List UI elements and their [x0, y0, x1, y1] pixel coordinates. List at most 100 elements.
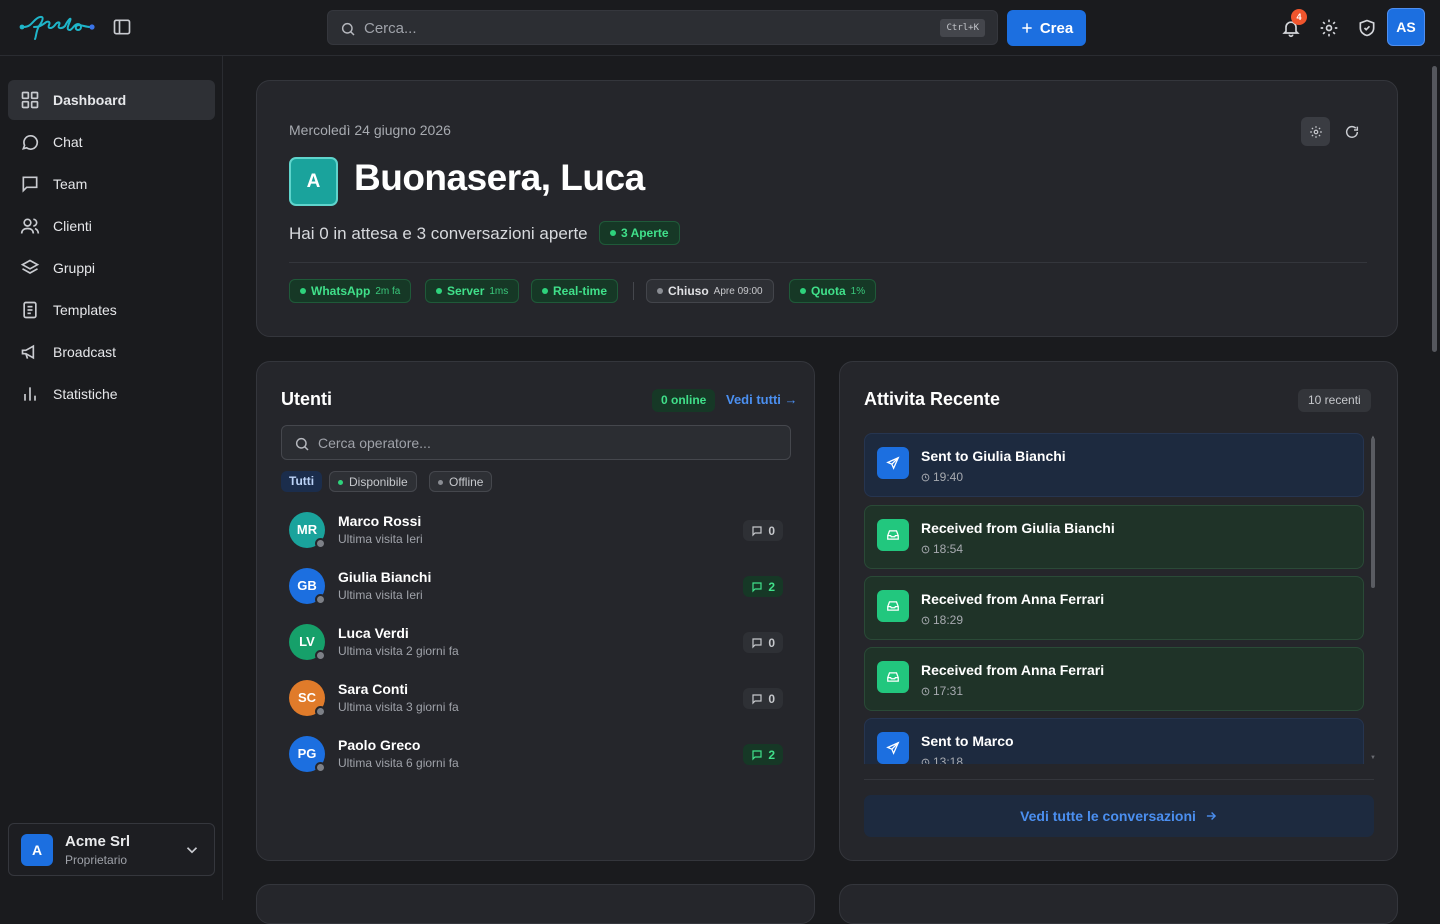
- user-avatar[interactable]: AS: [1387, 8, 1425, 46]
- user-name: Sara Conti: [338, 681, 409, 697]
- user-row[interactable]: MR Marco Rossi Ultima visita Ieri 0: [289, 510, 783, 554]
- user-last-seen: Ultima visita 6 giorni fa: [338, 756, 459, 770]
- feelo-logo[interactable]: feelo: [18, 12, 96, 42]
- send-icon: [877, 447, 909, 479]
- refresh-button[interactable]: [1337, 117, 1366, 146]
- activity-item[interactable]: Received from Anna Ferrari 18:29: [864, 576, 1364, 640]
- sidebar-item-broadcast[interactable]: Broadcast: [8, 332, 215, 372]
- avatar-initials: MR: [296, 522, 318, 537]
- layers-icon: [20, 259, 40, 274]
- inbox-icon: [877, 661, 909, 693]
- status-label: WhatsApp: [311, 284, 371, 298]
- activity-title: Sent to Marco: [921, 733, 1014, 749]
- refresh-icon: [1345, 125, 1358, 138]
- message-square-icon: [22, 176, 38, 193]
- status-chip-hours[interactable]: Chiuso Apre 09:00: [646, 279, 774, 303]
- sidebar-item-clienti[interactable]: Clienti: [8, 206, 215, 246]
- filter-tab-available[interactable]: Disponibile: [329, 471, 417, 492]
- clock-icon: [921, 616, 930, 624]
- shield-icon[interactable]: [1357, 18, 1377, 38]
- activity-time: 13:18: [921, 755, 963, 764]
- status-chip-server[interactable]: Server 1ms: [425, 279, 520, 303]
- global-search-input[interactable]: Cerca... Ctrl+K: [327, 10, 998, 45]
- chevron-down-icon: [186, 847, 198, 854]
- count-value: 2: [768, 579, 775, 594]
- view-all-users-link[interactable]: Vedi tutti →: [726, 392, 798, 407]
- conversation-count: 0: [743, 632, 783, 653]
- avatar: GB: [289, 568, 326, 605]
- organization-switcher[interactable]: A Acme Srl Proprietario: [8, 823, 215, 876]
- status-chip-quota[interactable]: Quota 1%: [789, 279, 877, 303]
- sidebar-item-dashboard[interactable]: Dashboard: [8, 80, 215, 120]
- activity-item[interactable]: Received from Giulia Bianchi 18:54: [864, 505, 1364, 569]
- inbox-icon: [877, 519, 909, 551]
- operator-search-input[interactable]: Cerca operatore...: [281, 425, 791, 460]
- users-card: Utenti 0 online Vedi tutti → Cerca opera…: [256, 361, 815, 861]
- customize-button[interactable]: [1301, 117, 1330, 146]
- time-value: 18:29: [933, 613, 964, 627]
- gear-icon: [1309, 125, 1322, 138]
- view-all-conversations-button[interactable]: Vedi tutte le conversazioni: [864, 795, 1374, 837]
- status-dot: [438, 480, 443, 486]
- activity-scrollbar[interactable]: [1371, 438, 1375, 588]
- gear-icon[interactable]: [1319, 18, 1339, 38]
- activity-title: Attivita Recente: [864, 389, 1001, 409]
- message-icon: [752, 581, 762, 592]
- activity-time: 18:54: [921, 542, 963, 556]
- clock-icon: [921, 758, 930, 764]
- hero-avatar: A: [289, 157, 338, 206]
- status-dot: [610, 230, 616, 236]
- offline-status-dot: [315, 762, 326, 773]
- user-row[interactable]: SC Sara Conti Ultima visita 3 giorni fa …: [289, 678, 783, 722]
- avatar-initials: PG: [297, 746, 317, 761]
- clock-icon: [921, 545, 930, 553]
- megaphone-icon: [21, 344, 35, 360]
- clock-icon: [921, 473, 930, 481]
- filter-label: Disponibile: [349, 475, 408, 489]
- activity-time: 18:29: [921, 613, 963, 627]
- activity-item[interactable]: Received from Anna Ferrari 17:31: [864, 647, 1364, 711]
- sidebar-item-chat[interactable]: Chat: [8, 122, 215, 162]
- sidebar-item-gruppi[interactable]: Gruppi: [8, 248, 215, 288]
- scroll-down-arrow[interactable]: ▼: [1370, 755, 1376, 761]
- avatar-initials: SC: [297, 690, 317, 705]
- offline-status-dot: [315, 538, 326, 549]
- conversation-count: 0: [743, 520, 783, 541]
- sidebar-item-team[interactable]: Team: [8, 164, 215, 204]
- bar-chart-icon: [24, 387, 36, 401]
- divider: [289, 262, 1367, 263]
- sidebar-item-statistiche[interactable]: Statistiche: [8, 374, 215, 414]
- open-conversations-badge[interactable]: 3 Aperte: [599, 221, 680, 245]
- status-label: Chiuso: [668, 284, 709, 298]
- user-row[interactable]: PG Paolo Greco Ultima visita 6 giorni fa…: [289, 734, 783, 778]
- greeting-title: Buonasera, Luca: [354, 157, 645, 198]
- search-icon: [340, 21, 356, 37]
- filter-tab-offline[interactable]: Offline: [429, 471, 493, 492]
- chat-icon: [21, 134, 39, 150]
- conversation-count: 2: [743, 744, 783, 765]
- sidebar-toggle-icon[interactable]: [112, 17, 132, 37]
- divider: [864, 779, 1374, 780]
- activity-time: 19:40: [921, 470, 963, 484]
- main-scrollbar[interactable]: [1432, 66, 1437, 352]
- top-bar: feelo Cerca... Ctrl+K Crea 4 AS: [0, 0, 1440, 56]
- create-button[interactable]: Crea: [1007, 10, 1086, 46]
- time-value: 17:31: [933, 684, 964, 698]
- status-chip-whatsapp[interactable]: WhatsApp 2m fa: [289, 279, 412, 303]
- status-chip-realtime[interactable]: Real-time: [531, 279, 619, 303]
- user-row[interactable]: GB Giulia Bianchi Ultima visita Ieri 2: [289, 566, 783, 610]
- activity-item[interactable]: Sent to Giulia Bianchi 19:40: [864, 433, 1364, 497]
- activity-item[interactable]: Sent to Marco 13:18: [864, 718, 1364, 764]
- filter-tab-all[interactable]: Tutti: [281, 471, 323, 492]
- user-name: Luca Verdi: [338, 625, 409, 641]
- activity-list[interactable]: Sent to Giulia Bianchi 19:40 Received fr…: [864, 433, 1372, 764]
- offline-status-dot: [315, 706, 326, 717]
- sidebar-item-label: Chat: [53, 134, 83, 150]
- sidebar-item-templates[interactable]: Templates: [8, 290, 215, 330]
- user-last-seen: Ultima visita Ieri: [338, 588, 423, 602]
- time-value: 19:40: [933, 470, 964, 484]
- operator-search-placeholder: Cerca operatore...: [318, 435, 431, 451]
- activity-title: Received from Anna Ferrari: [921, 591, 1105, 607]
- file-text-icon: [23, 301, 37, 319]
- user-row[interactable]: LV Luca Verdi Ultima visita 2 giorni fa …: [289, 622, 783, 666]
